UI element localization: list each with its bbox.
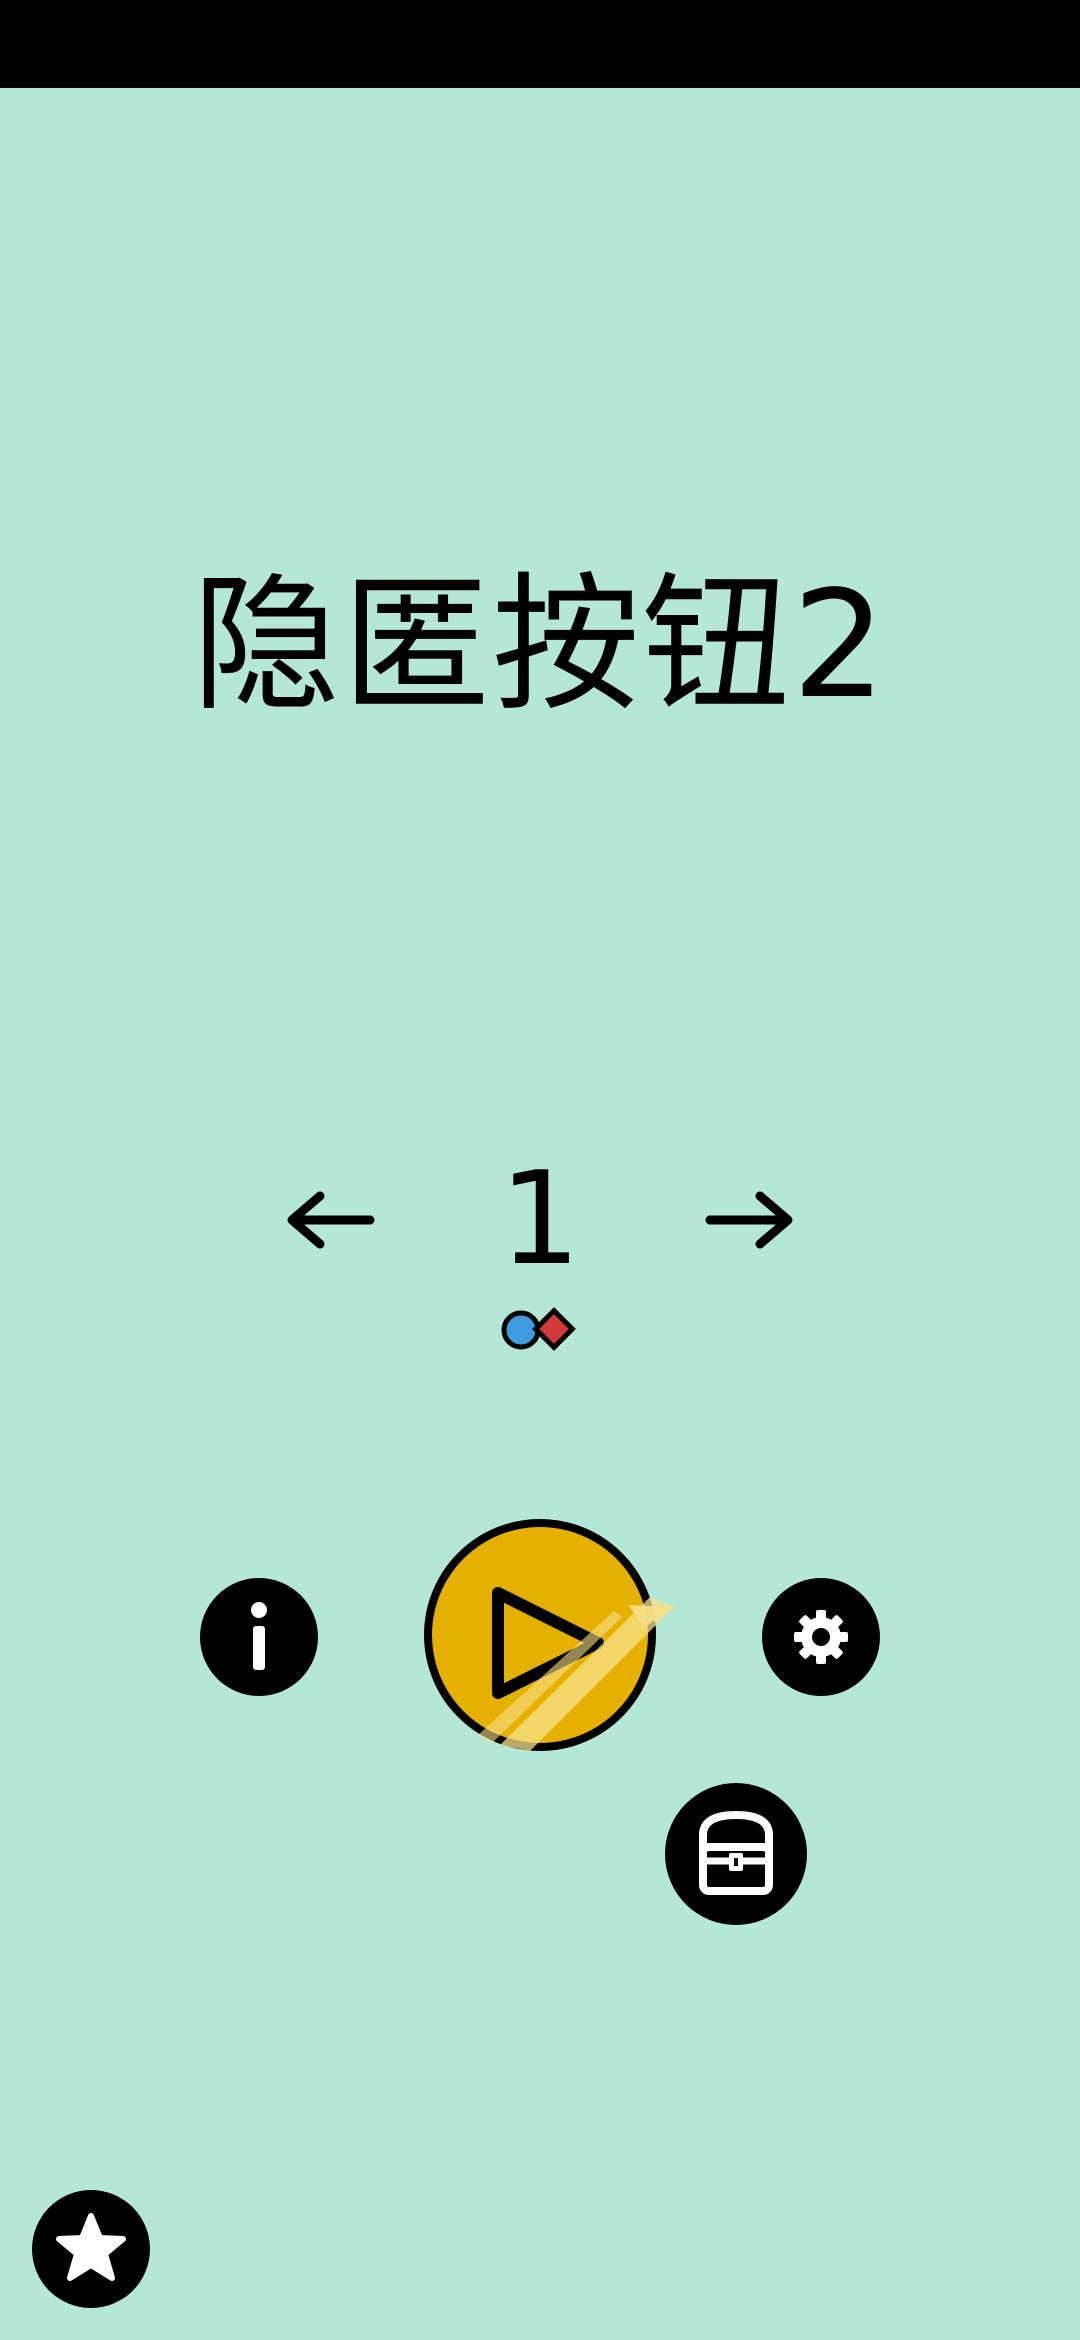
star-button[interactable]	[32, 2190, 150, 2308]
arrow-left-icon	[287, 1191, 375, 1249]
game-title: 隐匿按钮2	[191, 559, 889, 731]
previous-level-arrow[interactable]	[280, 1180, 380, 1260]
red-diamond-marker	[532, 1307, 576, 1351]
arrow-right-icon	[705, 1191, 793, 1249]
play-button[interactable]	[418, 1515, 678, 1765]
next-level-arrow[interactable]	[700, 1180, 800, 1260]
gear-icon	[794, 1610, 848, 1664]
blue-circle-marker	[501, 1310, 541, 1350]
star-icon	[56, 2213, 126, 2281]
info-icon	[251, 1602, 267, 1670]
treasure-chest-button[interactable]	[665, 1783, 807, 1925]
status-bar	[0, 0, 1080, 88]
play-icon	[424, 1519, 676, 1751]
level-selector: 1	[0, 1140, 1080, 1300]
settings-button[interactable]	[762, 1578, 880, 1696]
level-markers	[495, 1305, 585, 1355]
info-button[interactable]	[200, 1578, 318, 1696]
level-number: 1	[499, 1145, 581, 1294]
treasure-chest-icon	[699, 1811, 773, 1895]
